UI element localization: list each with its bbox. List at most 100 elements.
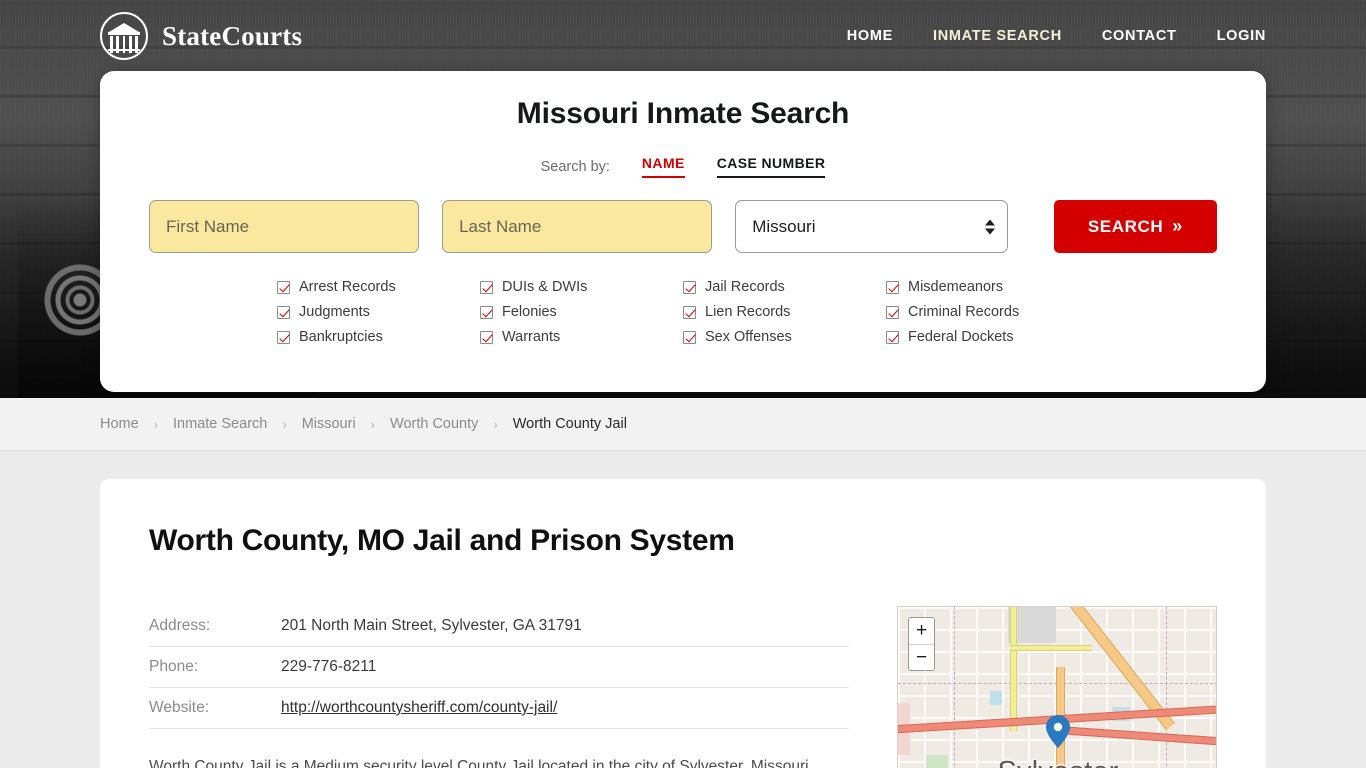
info-key: Website: <box>149 699 210 716</box>
courthouse-circle-icon <box>100 12 148 60</box>
checkbox-checked-icon <box>480 280 493 294</box>
map-zoom-controls: + − <box>908 617 935 671</box>
main-navigation: HOME INMATE SEARCH CONTACT LOGIN <box>847 28 1266 44</box>
feature-label: Judgments <box>299 304 370 320</box>
map-water-area-2 <box>990 691 1002 705</box>
map-zoom-out-button[interactable]: − <box>909 644 934 670</box>
feature-label: Lien Records <box>705 304 791 320</box>
feature-label: Sex Offenses <box>705 329 792 345</box>
feature-item[interactable]: Criminal Records <box>886 304 1089 320</box>
info-key: Address: <box>149 617 211 634</box>
breadcrumb-item-current: Worth County Jail <box>512 416 627 432</box>
table-row: Phone: 229-776-8211 <box>149 647 849 688</box>
search-by-row: Search by: NAME CASE NUMBER <box>100 155 1266 178</box>
tab-case-number[interactable]: CASE NUMBER <box>716 155 826 178</box>
feature-label: DUIs & DWIs <box>502 279 588 295</box>
chevron-right-icon: › <box>370 416 376 432</box>
checkbox-checked-icon <box>480 330 493 344</box>
inmate-search-panel: Missouri Inmate Search Search by: NAME C… <box>100 71 1266 392</box>
nav-item-login[interactable]: LOGIN <box>1217 28 1266 44</box>
breadcrumb: Home › Inmate Search › Missouri › Worth … <box>100 416 627 432</box>
checkbox-checked-icon <box>277 280 290 294</box>
map-secondary-road-horizontal <box>1010 645 1092 651</box>
feature-label: Arrest Records <box>299 279 396 295</box>
feature-item[interactable]: Federal Dockets <box>886 329 1089 345</box>
nav-item-inmate-search[interactable]: INMATE SEARCH <box>933 28 1062 44</box>
chevron-right-icon: › <box>153 416 159 432</box>
checkbox-checked-icon <box>886 280 899 294</box>
map-boundary-line-3 <box>1166 607 1167 768</box>
facility-info-table: Address: 201 North Main Street, Sylveste… <box>149 606 849 729</box>
feature-item[interactable]: Warrants <box>480 329 683 345</box>
tab-name[interactable]: NAME <box>641 155 685 178</box>
state-select-wrapper: Missouri <box>735 200 1008 253</box>
map-place-label: Sylvester <box>898 756 1216 768</box>
feature-label: Federal Dockets <box>908 329 1014 345</box>
breadcrumb-item-worth-county[interactable]: Worth County <box>390 416 478 432</box>
search-by-label: Search by: <box>540 159 610 175</box>
map-location-pin-icon <box>1046 715 1070 748</box>
nav-item-contact[interactable]: CONTACT <box>1102 28 1177 44</box>
last-name-input[interactable] <box>442 200 713 253</box>
feature-label: Felonies <box>502 304 557 320</box>
brand-name: StateCourts <box>162 20 303 51</box>
hero-header: COURTHOUSE StateCourts HOME INMATE SEARC… <box>0 0 1366 398</box>
checkbox-checked-icon <box>480 305 493 319</box>
feature-item[interactable]: Sex Offenses <box>683 329 886 345</box>
detail-left-column: Address: 201 North Main Street, Sylveste… <box>149 606 849 768</box>
content-card: Worth County, MO Jail and Prison System … <box>100 479 1266 768</box>
search-panel-title: Missouri Inmate Search <box>516 97 850 130</box>
feature-label: Jail Records <box>705 279 785 295</box>
chevron-right-icon: › <box>282 416 287 432</box>
double-chevron-right-icon: » <box>1172 216 1183 236</box>
facility-description: Worth County Jail is a Medium security l… <box>149 758 813 768</box>
feature-label: Bankruptcies <box>299 329 383 345</box>
page-title: Worth County, MO Jail and Prison System <box>149 524 735 557</box>
breadcrumb-bar: Home › Inmate Search › Missouri › Worth … <box>0 398 1366 451</box>
location-map[interactable]: Sylvester + − <box>897 606 1217 768</box>
search-form: Missouri SEARCH » <box>100 200 1266 253</box>
info-value-address: 201 North Main Street, Sylvester, GA 317… <box>281 617 582 634</box>
feature-item[interactable]: Lien Records <box>683 304 886 320</box>
feature-item[interactable]: Judgments <box>277 304 480 320</box>
breadcrumb-item-inmate-search[interactable]: Inmate Search <box>173 416 267 432</box>
checkbox-checked-icon <box>886 305 899 319</box>
detail-columns: Address: 201 North Main Street, Sylveste… <box>149 606 1217 768</box>
feature-label: Warrants <box>502 329 561 345</box>
top-bar: StateCourts HOME INMATE SEARCH CONTACT L… <box>0 0 1366 72</box>
info-value-website: http://worthcountysheriff.com/county-jai… <box>281 688 849 729</box>
checkbox-checked-icon <box>886 330 899 344</box>
brand-logo[interactable]: StateCourts <box>100 12 302 60</box>
feature-label: Misdemeanors <box>908 279 1004 295</box>
feature-item[interactable]: Bankruptcies <box>277 329 480 345</box>
nav-item-home[interactable]: HOME <box>847 28 893 44</box>
info-key: Phone: <box>149 658 199 675</box>
checkbox-checked-icon <box>683 280 696 294</box>
search-button-label: SEARCH <box>1087 216 1164 236</box>
checkbox-checked-icon <box>277 330 290 344</box>
map-zoom-in-button[interactable]: + <box>909 618 934 644</box>
map-boundary-line-2 <box>954 607 955 768</box>
info-value-phone: 229-776-8211 <box>281 658 377 675</box>
chevron-right-icon: › <box>493 416 498 432</box>
checkbox-checked-icon <box>683 330 696 344</box>
feature-label: Criminal Records <box>908 304 1020 320</box>
first-name-input[interactable] <box>149 200 420 253</box>
map-secondary-road-vertical <box>1010 607 1017 731</box>
feature-item[interactable]: Misdemeanors <box>886 279 1089 295</box>
breadcrumb-item-home[interactable]: Home <box>100 416 139 432</box>
feature-checkbox-grid: Arrest Records DUIs & DWIs Jail Records … <box>100 279 1266 345</box>
search-button[interactable]: SEARCH » <box>1053 200 1217 253</box>
page-body: Worth County, MO Jail and Prison System … <box>0 479 1366 768</box>
feature-item[interactable]: Arrest Records <box>277 279 480 295</box>
feature-item[interactable]: Felonies <box>480 304 683 320</box>
table-row: Address: 201 North Main Street, Sylveste… <box>149 606 849 647</box>
checkbox-checked-icon <box>277 305 290 319</box>
feature-item[interactable]: DUIs & DWIs <box>480 279 683 295</box>
feature-item[interactable]: Jail Records <box>683 279 886 295</box>
table-row: Website: http://worthcountysheriff.com/c… <box>149 688 849 729</box>
checkbox-checked-icon <box>683 305 696 319</box>
breadcrumb-item-missouri[interactable]: Missouri <box>302 416 356 432</box>
state-select[interactable]: Missouri <box>735 200 1008 253</box>
website-link[interactable]: http://worthcountysheriff.com/county-jai… <box>281 699 557 716</box>
